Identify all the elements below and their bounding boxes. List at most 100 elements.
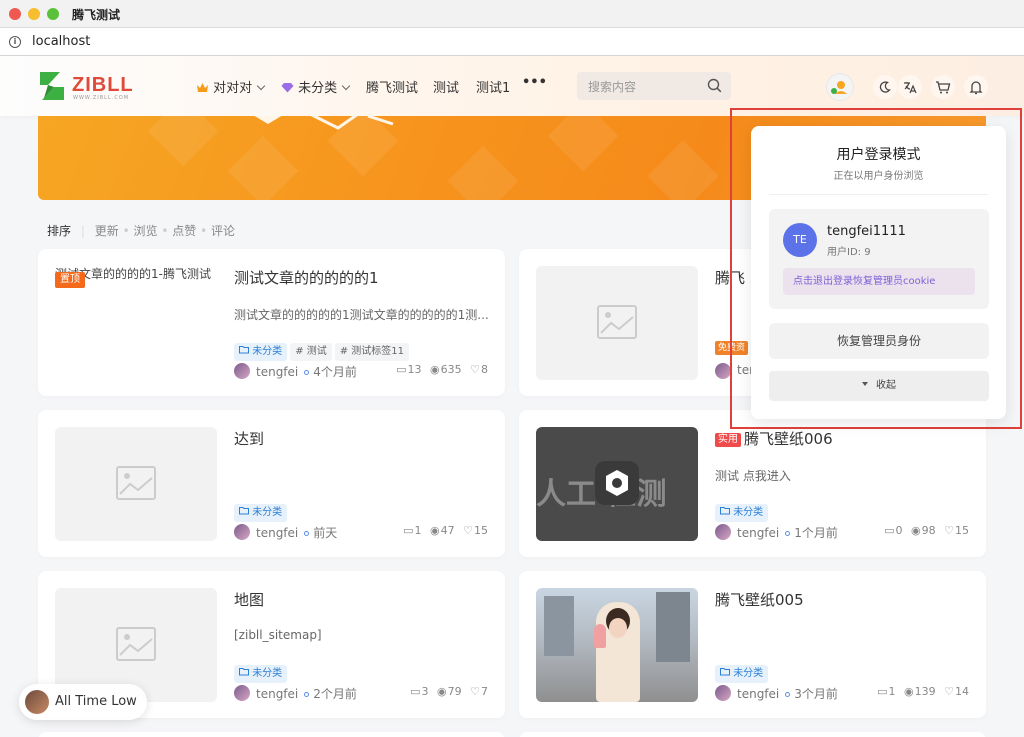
image-placeholder-icon [116,627,156,661]
post-time: 2个月前 [313,687,357,701]
post-meta: tengfei 3个月前 ▭1 ◉139 ♡14 [715,685,969,701]
post-thumbnail-photo[interactable] [536,588,698,702]
nav-item-duiduidui[interactable]: 对对对 [196,77,266,96]
thumb-up-icon: ♡ [470,363,480,376]
window-title: 腾飞测试 [72,8,121,22]
nav-item-test1[interactable]: 测试1 [476,77,510,96]
category-tag[interactable]: 未分类 [234,504,288,522]
category-tag[interactable]: 未分类 [715,504,769,522]
folder-icon [239,507,249,515]
post-stats: ▭3 ◉79 ♡7 [405,685,488,698]
chevron-down-icon [341,81,351,91]
category-tag[interactable]: 未分类 [715,665,769,683]
post-meta: tengfei 2个月前 ▭3 ◉79 ♡7 [234,685,488,701]
bell-icon [969,81,983,95]
post-tags: 未分类 # 测试 # 测试标签11 [234,339,412,361]
user-avatar: TE [783,223,817,257]
sort-option-comments[interactable]: 评论 [211,224,235,238]
post-card[interactable]: 测试文章的的的的1-腾飞测试 测试文章的的的的的1 测试文章的的的的的1测试文章… [38,249,505,396]
comment-icon: ▭ [396,363,407,376]
nav-item-tengfei-test[interactable]: 腾飞测试 [366,77,418,96]
restore-admin-button[interactable]: 恢复管理员身份 [769,323,989,359]
notification-button[interactable] [964,75,988,99]
post-card[interactable]: 达到 未分类 tengfei 前天 ▭1 ◉47 ♡15 [38,410,505,557]
post-card[interactable] [519,732,986,737]
close-window-button[interactable] [9,8,21,20]
search-icon[interactable] [707,78,722,93]
user-mode-popup: 用户登录模式 正在以用户身份浏览 TE tengfei1111 用户ID: 9 … [751,126,1006,419]
sort-option-likes[interactable]: 点赞 [172,224,196,238]
post-card[interactable]: 腾飞壁纸005 未分类 tengfei 3个月前 ▭1 ◉139 ♡14 [519,571,986,718]
search-box[interactable]: 搜索内容 [577,72,731,100]
logout-restore-cookie-link[interactable]: 点击退出登录恢复管理员cookie [783,268,975,295]
post-title[interactable]: 腾飞壁纸005 [715,589,804,610]
username: tengfei1111 [827,224,906,239]
post-meta: tengfei 前天 ▭1 ◉47 ♡15 [234,524,488,540]
user-info-box: TE tengfei1111 用户ID: 9 点击退出登录恢复管理员cookie [769,209,989,309]
post-title[interactable]: 实用 腾飞壁纸006 [715,428,833,449]
category-tag[interactable]: 未分类 [234,665,288,683]
view-count: 47 [440,524,455,537]
post-time: 前天 [313,526,338,540]
post-thumbnail[interactable]: 人工 检测 [536,427,698,541]
author-avatar[interactable] [715,363,731,379]
search-input[interactable]: 搜索内容 [588,78,636,95]
sort-option-views[interactable]: 浏览 [133,224,157,238]
minimize-window-button[interactable] [28,8,40,20]
author-avatar[interactable] [234,363,250,379]
comment-icon: ▭ [403,524,414,537]
post-excerpt: 测试 点我进入 [715,469,791,483]
post-title[interactable]: 达到 [234,428,264,449]
category-tag[interactable]: 未分类 [234,343,288,361]
nav-item-uncategorized[interactable]: 未分类 [281,77,351,96]
author-name[interactable]: tengfei [737,687,779,701]
more-menu-icon[interactable]: ••• [522,75,547,90]
like-count: 15 [955,524,969,537]
nav-item-test[interactable]: 测试 [433,77,459,96]
sticky-badge: 置顶 [55,272,85,288]
author-name[interactable]: tengfei [256,687,298,701]
post-card[interactable] [38,732,505,737]
eye-icon: ◉ [437,685,447,698]
post-tag[interactable]: # 测试标签11 [334,343,410,361]
info-icon[interactable]: i [9,36,21,48]
author-avatar[interactable] [715,685,731,701]
nav-label: 未分类 [298,81,338,96]
url-text[interactable]: localhost [32,34,90,49]
site-logo[interactable]: ZIBLL WWW.ZIBLL.COM [38,70,138,104]
author-name[interactable]: tengfei [737,526,779,540]
eye-icon: ◉ [430,524,440,537]
post-thumbnail-placeholder[interactable] [536,266,698,380]
sort-option-updated[interactable]: 更新 [95,224,119,238]
sort-label: 排序 [47,224,72,238]
post-tag[interactable]: # 测试 [290,343,332,361]
maximize-window-button[interactable] [47,8,59,20]
post-title[interactable]: 测试文章的的的的的1 [234,267,379,288]
author-name[interactable]: tengfei [256,365,298,379]
author-name[interactable]: tengfei [256,526,298,540]
logo-subtext: WWW.ZIBLL.COM [73,95,130,101]
language-toggle[interactable] [898,75,922,99]
user-avatar-button[interactable] [826,73,854,101]
post-stats: ▭13 ◉635 ♡8 [391,363,488,376]
author-avatar[interactable] [234,685,250,701]
post-stats: ▭1 ◉47 ♡15 [398,524,488,537]
dark-mode-toggle[interactable] [873,75,897,99]
author-avatar[interactable] [234,524,250,540]
eye-icon: ◉ [430,363,440,376]
view-count: 635 [440,363,462,376]
floating-music-widget[interactable]: All Time Low [19,684,147,720]
post-title[interactable]: 地图 [234,589,264,610]
post-card[interactable]: 人工 检测 实用腾飞壁纸006 测试 点我进入 未分类 tengfei 1个月前 … [519,410,986,557]
thumb-up-icon: ♡ [944,685,954,698]
cart-button[interactable] [931,75,955,99]
collapse-button[interactable]: 收起 [769,371,989,401]
caret-down-icon [862,382,868,386]
author-avatar[interactable] [715,524,731,540]
cart-icon [936,81,951,94]
banner-illustration [254,116,394,130]
post-time: 1个月前 [794,526,838,540]
post-thumbnail-placeholder[interactable] [55,427,217,541]
address-bar[interactable]: i localhost [0,28,1024,56]
post-tags: 未分类 [715,500,771,522]
